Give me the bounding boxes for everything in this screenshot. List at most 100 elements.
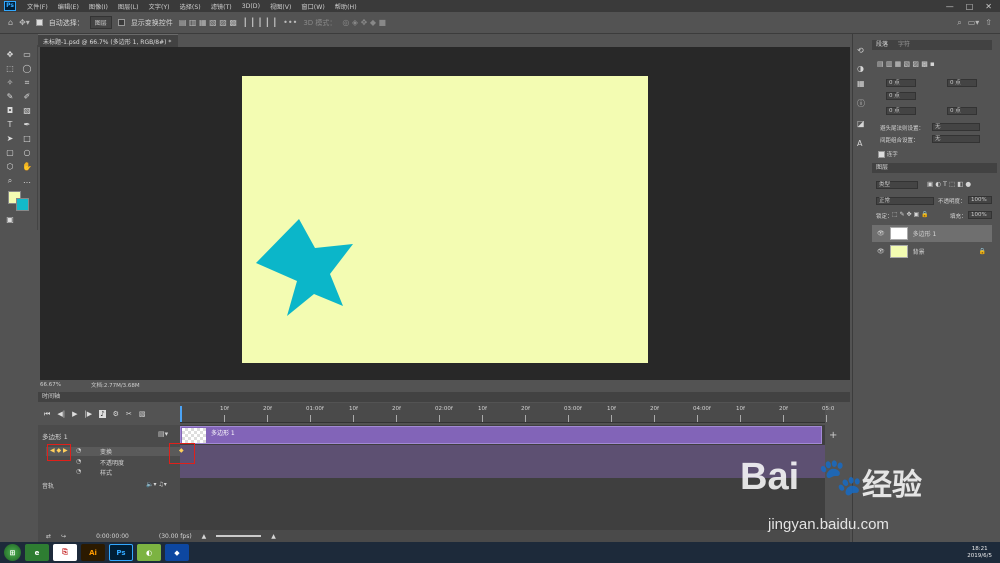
artboard-tool-icon[interactable]: ▭ <box>22 50 32 60</box>
pen-tool-icon[interactable]: ✒ <box>22 120 32 130</box>
hyphenate-checkbox[interactable] <box>878 151 885 158</box>
custom-shape-icon[interactable]: ⬡ <box>5 162 15 172</box>
menu-filter[interactable]: 滤镜(T) <box>206 2 237 11</box>
taskbar-app-photoshop[interactable]: Ps <box>109 544 133 561</box>
taskbar-app-illustrator[interactable]: Ai <box>81 544 105 561</box>
next-frame-icon[interactable]: |▶ <box>84 410 92 418</box>
document-tab[interactable]: 未标题-1.psd @ 66.7% (多边形 1, RGB/8#) * <box>38 34 178 47</box>
tab-paragraph[interactable]: 段落 <box>876 41 888 48</box>
search-icon[interactable]: ⌕ <box>957 18 961 28</box>
zoom-out-icon[interactable]: ▲ <box>202 533 207 540</box>
move-tool-icon[interactable]: ✥▾ <box>19 18 30 27</box>
timeline-zoom-slider[interactable] <box>216 535 262 537</box>
stopwatch-icon[interactable]: ◔ <box>76 458 81 465</box>
3d-tools-icons[interactable]: ◎ ◈ ✥ ◆ ■ <box>342 18 386 27</box>
stopwatch-icon[interactable]: ◔ <box>76 447 81 454</box>
rounded-rect-icon[interactable]: ▢ <box>5 148 15 158</box>
settings-icon[interactable]: ⚙ <box>113 410 119 418</box>
first-frame-icon[interactable]: ⏮ <box>44 410 50 419</box>
zoom-level[interactable]: 66.67% <box>40 382 61 388</box>
play-icon[interactable]: ▶ <box>72 410 77 418</box>
opacity-field[interactable]: 100% <box>968 196 992 204</box>
track-options-icon[interactable]: ▤▾ <box>158 430 168 438</box>
filter-icons[interactable]: ▣ ◐ T ⬚ ◧ ● <box>927 180 971 188</box>
share-icon[interactable]: ⇧ <box>985 18 992 27</box>
spacing-dropdown[interactable]: 无 <box>932 135 980 143</box>
align-buttons-icon[interactable]: ▤ ▥ ▦ ▧ ▨ ▩ ▪ <box>877 60 935 68</box>
color-icon[interactable]: ◑ <box>857 64 864 73</box>
layer-filter-dropdown[interactable]: 类型 <box>876 181 918 189</box>
auto-select-checkbox[interactable] <box>35 19 43 26</box>
distribute-icons[interactable]: ┃ ┃ ┃ ┃ ┃ <box>243 18 277 27</box>
magic-wand-icon[interactable]: ✧ <box>5 78 15 88</box>
background-color-swatch[interactable] <box>16 198 29 211</box>
crop-tool-icon[interactable]: ⌗ <box>22 78 32 88</box>
audio-icon[interactable]: ♪ <box>99 410 106 418</box>
indent-left-field[interactable]: 0 点 <box>886 79 916 87</box>
space-after-field[interactable]: 0 点 <box>947 107 977 115</box>
more-options-icon[interactable]: ••• <box>283 18 297 27</box>
path-select-icon[interactable]: ➤ <box>5 134 15 144</box>
character-icon[interactable]: A <box>857 139 862 148</box>
time-ruler[interactable]: 10f 20f 01:00f 10f 20f 02:00f 10f 20f 03:00f 10f 2… <box>180 403 834 423</box>
rectangle-tool-icon[interactable]: □ <box>22 134 32 144</box>
playhead[interactable] <box>180 406 186 422</box>
eyedropper-icon[interactable]: ✎ <box>5 92 15 102</box>
layer-clip[interactable]: 多边形 1 <box>180 426 822 444</box>
maximize-button[interactable]: □ <box>966 2 974 11</box>
info-icon[interactable]: ⓘ <box>857 98 865 109</box>
close-button[interactable]: ✕ <box>985 2 992 11</box>
document-canvas[interactable] <box>242 76 648 363</box>
adjustments-icon[interactable]: ◪ <box>857 119 865 128</box>
loop-icon[interactable]: ↪ <box>61 533 66 540</box>
move-tool-icon[interactable]: ✥ <box>5 50 15 60</box>
lock-icons[interactable]: ⬚ ✎ ✥ ▣ 🔒 <box>892 211 929 218</box>
show-transform-checkbox[interactable] <box>117 19 125 26</box>
first-line-field[interactable]: 0 点 <box>886 92 916 100</box>
more-tools-icon[interactable]: … <box>22 176 32 186</box>
menu-layer[interactable]: 图层(L) <box>113 2 144 11</box>
marquee-tool-icon[interactable]: ⬚ <box>5 64 15 74</box>
brush-tool-icon[interactable]: ✐ <box>22 92 32 102</box>
menu-3d[interactable]: 3D(D) <box>237 3 265 10</box>
property-lanes[interactable]: ◆ <box>179 445 825 478</box>
audio-controls-icon[interactable]: 🔈▾ ♫▾ <box>146 481 167 488</box>
workspace-icon[interactable]: ▭▾ <box>968 18 980 27</box>
add-track-icon[interactable]: + <box>829 430 837 441</box>
taskbar-app-blue[interactable]: ◆ <box>165 544 189 561</box>
stopwatch-icon[interactable]: ◔ <box>76 468 81 475</box>
zoom-in-icon[interactable]: ▲ <box>271 533 276 540</box>
menu-view[interactable]: 视图(V) <box>265 2 296 11</box>
gradient-icon[interactable]: ▧ <box>22 106 32 116</box>
eraser-icon[interactable]: ◘ <box>5 106 15 116</box>
minimize-button[interactable]: — <box>946 2 954 11</box>
visibility-eye-icon[interactable]: 👁 <box>877 230 885 237</box>
hand-tool-icon[interactable]: ✋ <box>22 162 32 172</box>
menu-window[interactable]: 窗口(W) <box>296 2 329 11</box>
visibility-eye-icon[interactable]: 👁 <box>877 248 885 255</box>
hyphenate-row[interactable]: 连字 <box>878 150 898 158</box>
layers-title[interactable]: 图层 <box>876 164 888 171</box>
current-time[interactable]: 0:00:00:00 <box>96 533 129 540</box>
menu-select[interactable]: 选择(S) <box>175 2 206 11</box>
layer-row-polygon[interactable]: 👁 多边形 1 <box>872 225 992 242</box>
align-icons[interactable]: ▤ ▥ ▦ ▧ ▨ ▩ <box>179 18 237 27</box>
taskbar-app-browser[interactable]: e <box>25 544 49 561</box>
layer-row-background[interactable]: 👁 背景 🔒 <box>872 243 992 260</box>
split-icon[interactable]: ✂ <box>126 410 132 418</box>
indent-right-field[interactable]: 0 点 <box>947 79 977 87</box>
history-icon[interactable]: ⟲ <box>857 46 864 55</box>
convert-icon[interactable]: ⇄ <box>46 533 51 540</box>
screen-mode-icon[interactable]: ▣ <box>5 215 15 225</box>
blend-mode-dropdown[interactable]: 正常 <box>876 197 934 205</box>
home-icon[interactable]: ⌂ <box>8 18 13 27</box>
menu-type[interactable]: 文字(Y) <box>144 2 175 11</box>
system-clock[interactable]: 18:21 2019/6/5 <box>967 546 1000 560</box>
start-button[interactable]: ⊞ <box>4 544 21 561</box>
menu-image[interactable]: 图像(I) <box>84 2 113 11</box>
lasso-tool-icon[interactable]: ◯ <box>22 64 32 74</box>
type-tool-icon[interactable]: T <box>5 120 15 130</box>
zoom-tool-icon[interactable]: ⌕ <box>5 176 15 186</box>
prev-frame-icon[interactable]: ◀| <box>57 410 65 418</box>
auto-select-dropdown[interactable]: 图层 <box>89 16 112 29</box>
